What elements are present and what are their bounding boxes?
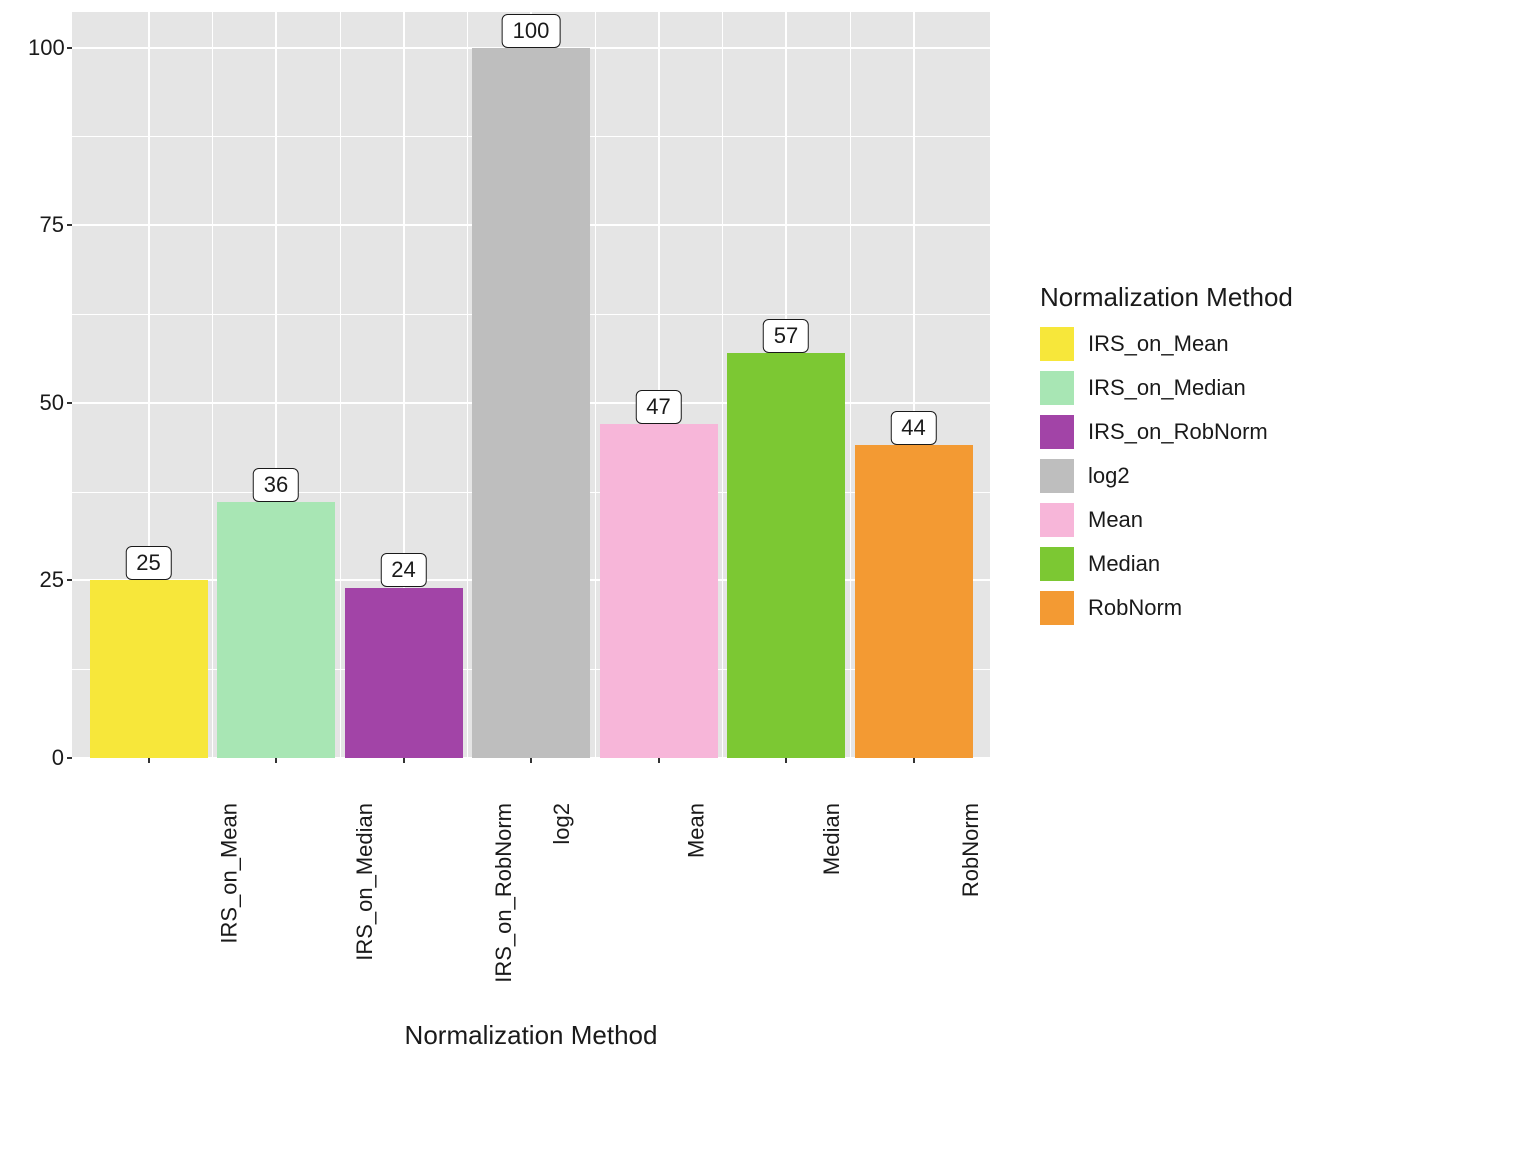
x-tick-mark [148, 758, 150, 763]
x-tick-label: IRS_on_Median [352, 803, 378, 961]
legend-item: RobNorm [1040, 591, 1293, 625]
y-tick-mark [67, 224, 72, 226]
y-tick-label: 75 [28, 212, 64, 238]
x-tick-label: Mean [683, 803, 709, 858]
gridline-v-minor [212, 12, 213, 758]
gridline-v-minor [467, 12, 468, 758]
y-tick-mark [67, 402, 72, 404]
x-tick-label: IRS_on_Mean [216, 803, 242, 944]
legend-title: Normalization Method [1040, 282, 1293, 313]
y-tick-mark [67, 757, 72, 759]
x-tick-label: Median [819, 803, 845, 875]
legend-item: IRS_on_RobNorm [1040, 415, 1293, 449]
y-tick-mark [67, 47, 72, 49]
bar [600, 424, 718, 758]
legend-swatch [1040, 503, 1074, 537]
legend-label: RobNorm [1088, 595, 1182, 621]
bar-value-label: 57 [763, 319, 809, 353]
gridline-v-minor [595, 12, 596, 758]
x-tick-label: log2 [549, 803, 575, 845]
legend-label: IRS_on_Median [1088, 375, 1246, 401]
gridline-v-minor [722, 12, 723, 758]
x-tick-label: RobNorm [958, 803, 984, 897]
x-tick-mark [403, 758, 405, 763]
bar [472, 48, 590, 758]
legend-swatch [1040, 459, 1074, 493]
bar [217, 502, 335, 758]
bar-value-label: 24 [380, 553, 426, 587]
y-tick-label: 100 [28, 35, 64, 61]
x-axis-title: Normalization Method [405, 1020, 658, 1051]
legend-item: log2 [1040, 459, 1293, 493]
bar [345, 588, 463, 759]
y-tick-label: 0 [28, 745, 64, 771]
bar-value-label: 25 [125, 546, 171, 580]
legend-swatch [1040, 371, 1074, 405]
legend-item: Mean [1040, 503, 1293, 537]
bar-value-label: 47 [635, 390, 681, 424]
legend-label: Mean [1088, 507, 1143, 533]
x-tick-label: IRS_on_RobNorm [490, 803, 516, 983]
legend: Normalization Method IRS_on_Mean IRS_on_M… [1040, 282, 1293, 635]
bar [90, 580, 208, 758]
y-tick-label: 25 [28, 567, 64, 593]
gridline-v-minor [850, 12, 851, 758]
legend-swatch [1040, 327, 1074, 361]
legend-swatch [1040, 591, 1074, 625]
chart-stage: 25 36 24 100 47 57 44 0 25 50 75 100 IRS_on_Mean IR… [0, 0, 1536, 1152]
bar-value-label: 44 [890, 411, 936, 445]
legend-swatch [1040, 415, 1074, 449]
bar [855, 445, 973, 758]
x-tick-mark [530, 758, 532, 763]
bar [727, 353, 845, 758]
plot-panel: 25 36 24 100 47 57 44 [72, 12, 990, 758]
legend-label: log2 [1088, 463, 1130, 489]
y-tick-mark [67, 579, 72, 581]
bar-value-label: 100 [502, 14, 561, 48]
x-tick-mark [913, 758, 915, 763]
y-tick-label: 50 [28, 390, 64, 416]
legend-item: IRS_on_Median [1040, 371, 1293, 405]
gridline-v-minor [340, 12, 341, 758]
x-tick-mark [658, 758, 660, 763]
legend-item: Median [1040, 547, 1293, 581]
x-tick-mark [275, 758, 277, 763]
legend-item: IRS_on_Mean [1040, 327, 1293, 361]
legend-label: IRS_on_Mean [1088, 331, 1229, 357]
legend-swatch [1040, 547, 1074, 581]
legend-label: IRS_on_RobNorm [1088, 419, 1268, 445]
x-tick-mark [785, 758, 787, 763]
bar-value-label: 36 [253, 468, 299, 502]
legend-label: Median [1088, 551, 1160, 577]
